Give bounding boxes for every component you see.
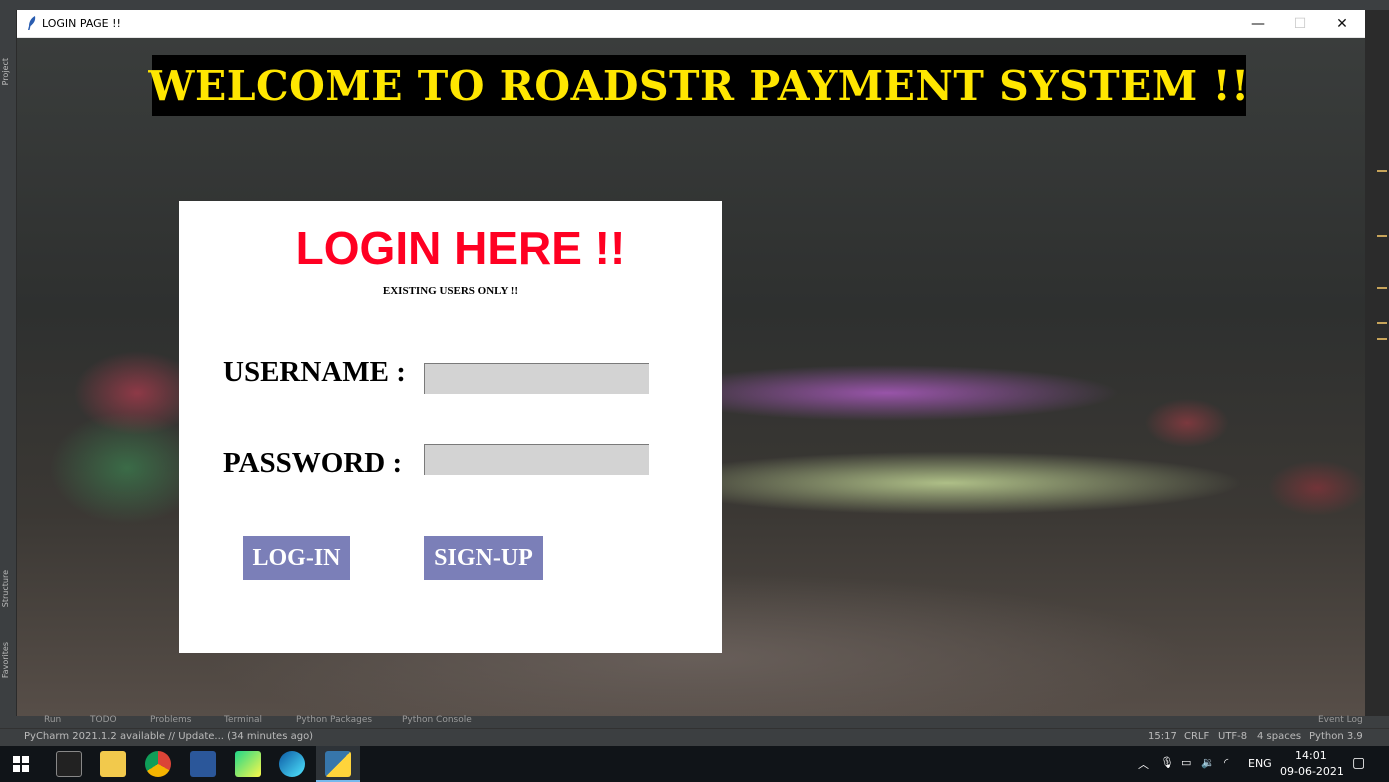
run-tool-tab[interactable]: Run [44, 715, 61, 725]
windows-taskbar: ︿ 🎙 ▭ 🔉 ◜ ENG 14:01 09-06-2021 ▢ [0, 746, 1389, 782]
edge-icon[interactable] [279, 751, 305, 777]
close-icon: ✕ [1336, 16, 1348, 32]
microphone-icon[interactable]: 🎙 [1160, 756, 1174, 769]
minimize-icon: — [1251, 16, 1265, 32]
gutter-marker [1377, 322, 1387, 324]
window-title: LOGIN PAGE !! [42, 17, 121, 30]
event-log-tab[interactable]: Event Log [1318, 715, 1363, 725]
todo-tool-tab[interactable]: TODO [90, 715, 117, 725]
login-window: LOGIN PAGE !! — ☐ ✕ WELCOME TO ROADSTR P… [17, 10, 1365, 716]
python-icon[interactable] [325, 751, 351, 777]
tk-feather-icon [28, 16, 36, 30]
gutter-marker [1377, 338, 1387, 340]
ide-left-toolbar: Project Structure Favorites [0, 10, 17, 716]
tray-chevron-icon[interactable]: ︿ [1138, 756, 1149, 772]
clock-date[interactable]: 09-06-2021 [1280, 765, 1344, 778]
status-message[interactable]: PyCharm 2021.1.2 available // Update... … [24, 731, 313, 742]
login-title: LOGIN HERE !! [295, 222, 626, 274]
problems-tool-tab[interactable]: Problems [150, 715, 191, 725]
signup-button[interactable]: SIGN-UP [424, 536, 543, 580]
ide-tool-window-bar: Run TODO Problems Terminal Python Packag… [0, 715, 1389, 728]
python-interpreter[interactable]: Python 3.9 [1309, 731, 1363, 742]
welcome-banner: WELCOME TO ROADSTR PAYMENT SYSTEM !! [148, 55, 1249, 116]
file-encoding[interactable]: UTF-8 [1218, 731, 1247, 742]
project-tool-tab[interactable]: Project [1, 58, 15, 85]
language-indicator[interactable]: ENG [1248, 757, 1272, 770]
login-button[interactable]: LOG-IN [243, 536, 350, 580]
ide-right-gutter [1365, 10, 1389, 716]
wifi-icon[interactable]: ◜ [1224, 756, 1228, 769]
gutter-marker [1377, 287, 1387, 289]
password-label: PASSWORD : [223, 447, 403, 479]
login-subtitle: EXISTING USERS ONLY !! [382, 285, 519, 297]
terminal-icon[interactable] [56, 751, 82, 777]
login-panel: LOGIN HERE !! EXISTING USERS ONLY !! USE… [179, 201, 722, 653]
python-packages-tool-tab[interactable]: Python Packages [296, 715, 372, 725]
windows-start-icon[interactable] [13, 756, 29, 772]
minimize-button[interactable]: — [1237, 10, 1279, 38]
cursor-position[interactable]: 15:17 [1148, 731, 1177, 742]
background-image: WELCOME TO ROADSTR PAYMENT SYSTEM !! LOG… [17, 38, 1365, 716]
python-console-tool-tab[interactable]: Python Console [402, 715, 472, 725]
window-titlebar[interactable]: LOGIN PAGE !! — ☐ ✕ [17, 10, 1365, 38]
chrome-icon[interactable] [145, 751, 171, 777]
close-button[interactable]: ✕ [1321, 10, 1363, 38]
pycharm-icon[interactable] [235, 751, 261, 777]
password-input[interactable] [424, 444, 649, 475]
gutter-marker [1377, 170, 1387, 172]
volume-icon[interactable]: 🔉 [1201, 756, 1215, 769]
word-icon[interactable] [190, 751, 216, 777]
maximize-button[interactable]: ☐ [1279, 10, 1321, 38]
notification-icon[interactable]: ▢ [1352, 755, 1365, 771]
banner-text: WELCOME TO ROADSTR PAYMENT SYSTEM !! [148, 61, 1250, 110]
ide-top-bar [0, 0, 1389, 10]
clock-time[interactable]: 14:01 [1295, 749, 1327, 762]
username-label: USERNAME : [223, 356, 406, 388]
file-explorer-icon[interactable] [100, 751, 126, 777]
line-separator[interactable]: CRLF [1184, 731, 1209, 742]
username-input[interactable] [424, 363, 649, 394]
structure-tool-tab[interactable]: Structure [1, 570, 15, 607]
favorites-tool-tab[interactable]: Favorites [1, 642, 15, 678]
battery-icon[interactable]: ▭ [1181, 756, 1191, 769]
indent-setting[interactable]: 4 spaces [1257, 731, 1301, 742]
ide-status-bar: PyCharm 2021.1.2 available // Update... … [0, 728, 1389, 746]
gutter-marker [1377, 235, 1387, 237]
maximize-icon: ☐ [1293, 16, 1307, 32]
terminal-tool-tab[interactable]: Terminal [224, 715, 262, 725]
